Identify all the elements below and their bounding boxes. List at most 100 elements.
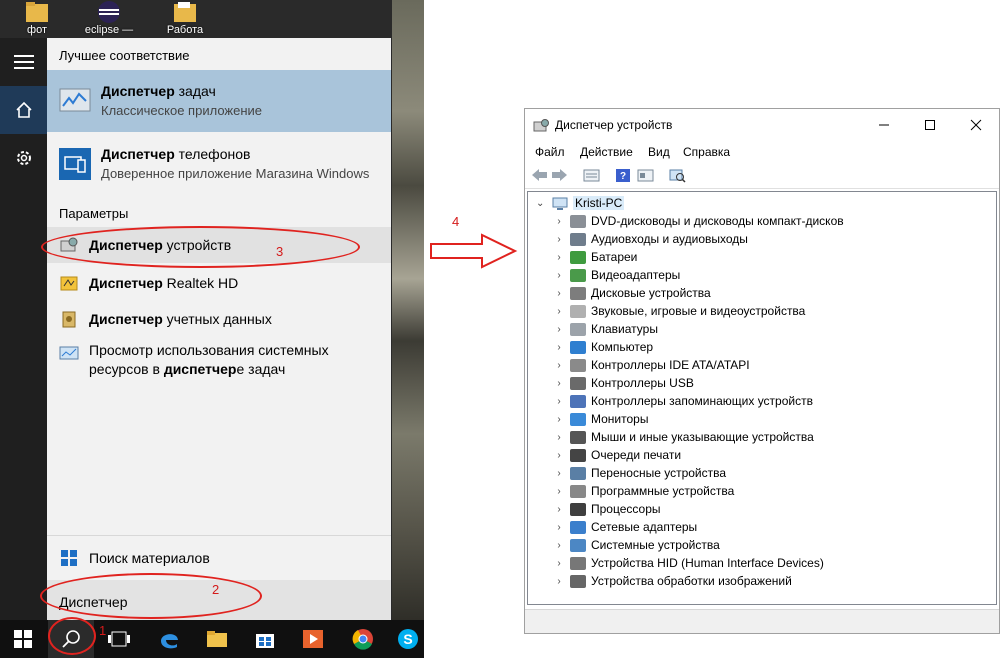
chevron-right-icon[interactable]: › <box>554 558 564 569</box>
result-credential-manager[interactable]: Диспетчер учетных данных <box>47 301 391 337</box>
help-icon[interactable]: ? <box>615 168 632 183</box>
skype-button[interactable]: S <box>392 620 424 658</box>
title-bar[interactable]: Диспетчер устройств <box>525 109 999 141</box>
close-button[interactable] <box>953 109 999 141</box>
hamburger-button[interactable] <box>0 38 47 86</box>
annotation-number-2: 2 <box>212 582 220 597</box>
result-phone-manager[interactable]: Диспетчер телефонов Доверенное приложени… <box>47 138 391 190</box>
tree-category[interactable]: › Дисковые устройства <box>528 284 710 302</box>
chevron-right-icon[interactable]: › <box>554 468 564 479</box>
chevron-right-icon[interactable]: › <box>554 396 564 407</box>
chevron-right-icon[interactable]: › <box>554 234 564 245</box>
device-category-icon <box>570 250 586 264</box>
tree-category-label: DVD-дисководы и дисководы компакт-дисков <box>591 214 844 228</box>
tree-category-label: Устройства HID (Human Interface Devices) <box>591 556 824 570</box>
device-category-icon <box>570 466 586 480</box>
tree-root[interactable]: ⌄ Kristi-PC <box>528 194 625 212</box>
tree-category[interactable]: › Звуковые, игровые и видеоустройства <box>528 302 805 320</box>
device-category-icon <box>570 484 586 498</box>
menu-view[interactable]: Вид <box>648 145 670 159</box>
windows-logo-icon <box>14 630 32 648</box>
tree-category[interactable]: › Мониторы <box>528 410 648 428</box>
device-category-icon <box>570 394 586 408</box>
chevron-right-icon[interactable]: › <box>554 378 564 389</box>
scan-hardware-icon[interactable] <box>669 168 686 183</box>
tree-category[interactable]: › Мыши и иные указывающие устройства <box>528 428 813 446</box>
tree-category[interactable]: › Аудиовходы и аудиовыходы <box>528 230 748 248</box>
tree-category[interactable]: › Контроллеры USB <box>528 374 694 392</box>
result-resource-usage[interactable]: Просмотр использования системных ресурсо… <box>47 341 391 387</box>
chrome-button[interactable] <box>340 620 386 658</box>
home-button[interactable] <box>0 86 47 134</box>
tree-category[interactable]: › Устройства обработки изображений <box>528 572 792 590</box>
chevron-right-icon[interactable]: › <box>554 306 564 317</box>
forward-icon[interactable] <box>551 168 568 183</box>
device-category-icon <box>570 286 586 300</box>
minimize-button[interactable] <box>861 109 907 141</box>
chevron-right-icon[interactable]: › <box>554 360 564 371</box>
start-button[interactable] <box>0 620 46 658</box>
annotation-number-3: 3 <box>276 244 284 259</box>
device-category-icon <box>570 322 586 336</box>
chevron-right-icon[interactable]: › <box>554 450 564 461</box>
result-bold: Диспетчер <box>89 310 163 327</box>
maximize-button[interactable] <box>907 109 953 141</box>
tree-category-label: Видеоадаптеры <box>591 268 681 282</box>
resource-line-2-bold: диспетчер <box>163 361 237 377</box>
desktop-icon-eclipse[interactable]: eclipse — <box>84 0 134 38</box>
device-category-icon <box>570 502 586 516</box>
chevron-right-icon[interactable]: › <box>554 522 564 533</box>
explorer-button[interactable] <box>194 620 240 658</box>
desktop-icon-folder[interactable]: фот <box>12 0 62 38</box>
tree-category-label: Аудиовходы и аудиовыходы <box>591 232 748 246</box>
store-button[interactable] <box>242 620 288 658</box>
edge-button[interactable] <box>146 620 192 658</box>
desktop-icon-rabota[interactable]: Работа <box>160 0 210 38</box>
chevron-right-icon[interactable]: › <box>554 540 564 551</box>
media-player-button[interactable] <box>290 620 336 658</box>
chevron-right-icon[interactable]: › <box>554 486 564 497</box>
chevron-right-icon[interactable]: › <box>554 324 564 335</box>
chevron-right-icon[interactable]: › <box>554 252 564 263</box>
tree-category[interactable]: › DVD-дисководы и дисководы компакт-диско… <box>528 212 844 230</box>
menu-action[interactable]: Действие <box>580 145 633 159</box>
device-category-icon <box>570 268 586 282</box>
tree-category-label: Устройства обработки изображений <box>591 574 792 588</box>
tree-category[interactable]: › Системные устройства <box>528 536 719 554</box>
tree-category[interactable]: › Переносные устройства <box>528 464 726 482</box>
chevron-right-icon[interactable]: › <box>554 576 564 587</box>
result-realtek-hd[interactable]: Диспетчер Realtek HD <box>47 265 391 301</box>
store-search-item[interactable]: Поиск материалов <box>47 540 391 576</box>
chevron-right-icon[interactable]: › <box>554 216 564 227</box>
back-icon[interactable] <box>531 168 548 183</box>
properties-icon[interactable] <box>583 168 600 183</box>
tree-category[interactable]: › Устройства HID (Human Interface Devices… <box>528 554 824 572</box>
chevron-right-icon[interactable]: › <box>554 288 564 299</box>
device-category-icon <box>570 430 586 444</box>
chevron-right-icon[interactable]: › <box>554 270 564 281</box>
menu-bar: Файл Действие Вид Справка <box>525 141 999 163</box>
tree-category[interactable]: › Процессоры <box>528 500 660 518</box>
device-category-icon <box>570 214 586 228</box>
menu-file[interactable]: Файл <box>535 145 565 159</box>
chevron-right-icon[interactable]: › <box>554 432 564 443</box>
tree-category-label: Компьютер <box>591 340 654 354</box>
chevron-right-icon[interactable]: › <box>554 504 564 515</box>
tree-category[interactable]: › Батареи <box>528 248 637 266</box>
chevron-right-icon[interactable]: › <box>554 342 564 353</box>
view-icon[interactable] <box>637 168 654 183</box>
tree-category[interactable]: › Сетевые адаптеры <box>528 518 697 536</box>
tree-category[interactable]: › Компьютер <box>528 338 653 356</box>
tree-category[interactable]: › Клавиатуры <box>528 320 658 338</box>
result-task-manager[interactable]: Диспетчер задач Классическое приложение <box>47 70 391 132</box>
tree-category[interactable]: › Очереди печати <box>528 446 681 464</box>
menu-help[interactable]: Справка <box>683 145 730 159</box>
tree-category[interactable]: › Программные устройства <box>528 482 734 500</box>
settings-button[interactable] <box>0 134 47 182</box>
tree-category[interactable]: › Контроллеры IDE ATA/ATAPI <box>528 356 749 374</box>
chevron-right-icon[interactable]: › <box>554 414 564 425</box>
chevron-down-icon[interactable]: ⌄ <box>536 198 546 209</box>
tree-category[interactable]: › Видеоадаптеры <box>528 266 680 284</box>
tree-category-label: Мониторы <box>591 412 649 426</box>
tree-category[interactable]: › Контроллеры запоминающих устройств <box>528 392 813 410</box>
